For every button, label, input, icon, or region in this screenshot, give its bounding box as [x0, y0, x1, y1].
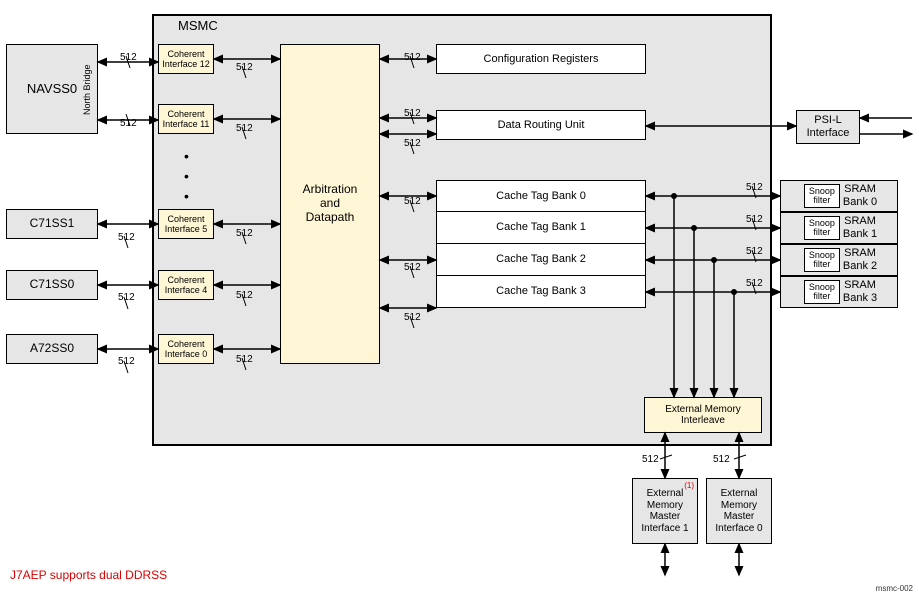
bw-17: 512 — [746, 182, 763, 193]
sram-bank-0-label: SRAM Bank 0 — [843, 183, 877, 208]
bw-1: 512 — [120, 52, 137, 63]
arbitration-datapath: Arbitration and Datapath — [280, 44, 380, 364]
bw-3: 512 — [118, 232, 135, 243]
coherent-interface-4: Coherent Interface 4 — [158, 270, 214, 300]
bw-11: 512 — [404, 52, 421, 63]
emmi-1-sup: (1) — [684, 481, 694, 490]
bw-12: 512 — [404, 108, 421, 119]
coherent-interface-5: Coherent Interface 5 — [158, 209, 214, 239]
north-bridge-label: North Bridge — [82, 50, 92, 130]
c71ss1-label: C71SS1 — [30, 217, 75, 231]
bw-15: 512 — [404, 262, 421, 273]
sram-bank-0: Snoop filter SRAM Bank 0 — [780, 180, 898, 212]
emmi-1-label: External Memory Master Interface 1 — [641, 488, 688, 534]
bw-10: 512 — [236, 354, 253, 365]
c71ss0-block: C71SS0 — [6, 270, 98, 300]
bw-18: 512 — [746, 214, 763, 225]
sram-bank-3: Snoop filter SRAM Bank 3 — [780, 276, 898, 308]
a72ss0-block: A72SS0 — [6, 334, 98, 364]
snoop-filter-3: Snoop filter — [804, 280, 840, 304]
bw-9: 512 — [236, 290, 253, 301]
external-memory-interleave: External Memory Interleave — [644, 397, 762, 433]
external-memory-master-interface-0: External Memory Master Interface 0 — [706, 478, 772, 544]
coherent-interface-12: Coherent Interface 12 — [158, 44, 214, 74]
a72ss0-label: A72SS0 — [30, 342, 74, 356]
c71ss0-label: C71SS0 — [30, 278, 75, 292]
bw-7: 512 — [236, 123, 253, 134]
ellipsis-3: • — [184, 188, 189, 204]
navss0-label: NAVSS0 — [27, 82, 77, 97]
coherent-interface-0: Coherent Interface 0 — [158, 334, 214, 364]
coherent-interface-11: Coherent Interface 11 — [158, 104, 214, 134]
snoop-filter-1: Snoop filter — [804, 216, 840, 240]
sram-bank-2: Snoop filter SRAM Bank 2 — [780, 244, 898, 276]
bw-14: 512 — [404, 196, 421, 207]
bw-22: 512 — [713, 454, 730, 465]
sram-bank-1: Snoop filter SRAM Bank 1 — [780, 212, 898, 244]
sram-bank-2-label: SRAM Bank 2 — [843, 247, 877, 272]
cache-tag-bank-3: Cache Tag Bank 3 — [436, 276, 646, 308]
ellipsis-2: • — [184, 168, 189, 184]
footer-note: J7AEP supports dual DDRSS — [10, 568, 167, 582]
msmc-title: MSMC — [178, 18, 218, 33]
corner-id: msmc-002 — [876, 584, 913, 593]
bw-19: 512 — [746, 246, 763, 257]
bw-13: 512 — [404, 138, 421, 149]
data-routing-unit: Data Routing Unit — [436, 110, 646, 140]
sram-bank-1-label: SRAM Bank 1 — [843, 215, 877, 240]
bw-4: 512 — [118, 292, 135, 303]
cache-tag-bank-0: Cache Tag Bank 0 — [436, 180, 646, 212]
snoop-filter-2: Snoop filter — [804, 248, 840, 272]
bw-16: 512 — [404, 312, 421, 323]
bw-6: 512 — [236, 62, 253, 73]
bw-21: 512 — [642, 454, 659, 465]
bw-2: 512 — [120, 118, 137, 129]
cache-tag-bank-1: Cache Tag Bank 1 — [436, 212, 646, 244]
psi-l-interface: PSI-L Interface — [796, 110, 860, 144]
cache-tag-bank-2: Cache Tag Bank 2 — [436, 244, 646, 276]
c71ss1-block: C71SS1 — [6, 209, 98, 239]
snoop-filter-0: Snoop filter — [804, 184, 840, 208]
external-memory-master-interface-1: External Memory Master Interface 1 (1) — [632, 478, 698, 544]
configuration-registers: Configuration Registers — [436, 44, 646, 74]
bw-20: 512 — [746, 278, 763, 289]
bw-5: 512 — [118, 356, 135, 367]
bw-8: 512 — [236, 228, 253, 239]
ellipsis-1: • — [184, 148, 189, 164]
sram-bank-3-label: SRAM Bank 3 — [843, 279, 877, 304]
